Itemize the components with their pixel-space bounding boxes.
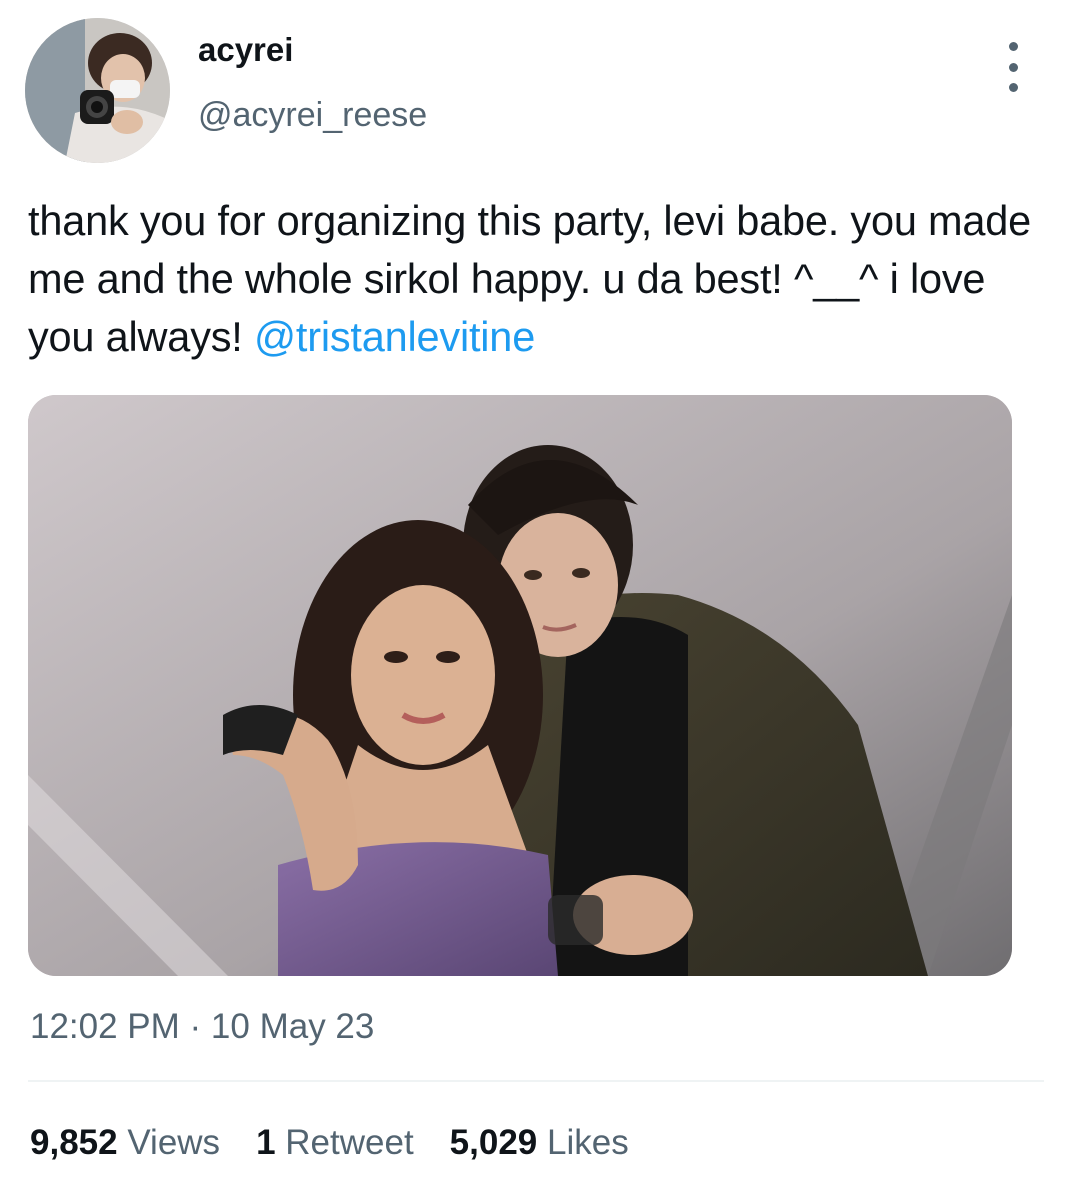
views-count: 9,852 bbox=[30, 1123, 118, 1162]
avatar[interactable] bbox=[25, 18, 170, 163]
retweets-label: Retweet bbox=[285, 1123, 414, 1162]
photo-image bbox=[28, 395, 1012, 976]
more-options-button[interactable] bbox=[994, 42, 1032, 92]
tweet-photo[interactable] bbox=[28, 395, 1012, 976]
views-stat[interactable]: 9,852 Views bbox=[30, 1120, 220, 1166]
more-vertical-icon bbox=[1008, 42, 1018, 51]
more-vertical-icon-dot bbox=[1008, 83, 1018, 92]
tweet-text: thank you for organizing this party, lev… bbox=[28, 192, 1058, 366]
divider bbox=[28, 1080, 1044, 1082]
user-handle[interactable]: @acyrei_reese bbox=[198, 95, 427, 135]
avatar-photo bbox=[25, 18, 170, 163]
display-name[interactable]: acyrei bbox=[198, 30, 293, 70]
likes-count: 5,029 bbox=[449, 1123, 538, 1162]
tweet-timestamp[interactable]: 12:02 PM · 10 May 23 bbox=[30, 1005, 374, 1049]
more-vertical-icon-dot bbox=[1008, 62, 1018, 72]
retweets-count: 1 bbox=[256, 1123, 276, 1162]
tweet-stats: 9,852 Views 1 Retweet 5,029 Likes bbox=[30, 1120, 665, 1166]
views-label: Views bbox=[127, 1123, 221, 1162]
likes-stat[interactable]: 5,029 Likes bbox=[450, 1120, 629, 1166]
mention-link[interactable]: @tristanlevitine bbox=[254, 313, 535, 360]
retweets-stat[interactable]: 1 Retweet bbox=[256, 1120, 414, 1166]
likes-label: Likes bbox=[547, 1123, 629, 1162]
